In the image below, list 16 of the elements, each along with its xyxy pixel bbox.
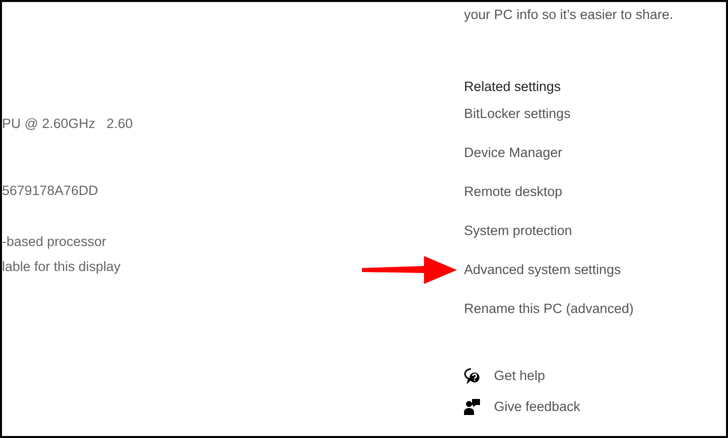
spec-value: lable for this display bbox=[2, 258, 121, 276]
settings-link[interactable]: BitLocker settings bbox=[464, 105, 571, 123]
spec-value: -based processor bbox=[2, 233, 106, 251]
section-heading: Related settings bbox=[464, 78, 562, 96]
settings-link[interactable]: Remote desktop bbox=[464, 183, 562, 201]
settings-link[interactable]: Device Manager bbox=[464, 144, 562, 162]
help-link[interactable]: Get help bbox=[464, 367, 546, 385]
settings-link[interactable]: System protection bbox=[464, 222, 572, 240]
spec-value: PU @ 2.60GHz 2.60 bbox=[2, 115, 133, 133]
info-text: your PC info so it’s easier to share. bbox=[464, 6, 674, 24]
spec-value: 5679178A76DD bbox=[2, 182, 98, 200]
settings-link[interactable]: Rename this PC (advanced) bbox=[464, 300, 634, 318]
settings-link[interactable]: Advanced system settings bbox=[464, 261, 621, 279]
feedback-icon bbox=[464, 399, 480, 415]
help-icon bbox=[464, 368, 480, 384]
feedback-link[interactable]: Give feedback bbox=[464, 398, 580, 416]
